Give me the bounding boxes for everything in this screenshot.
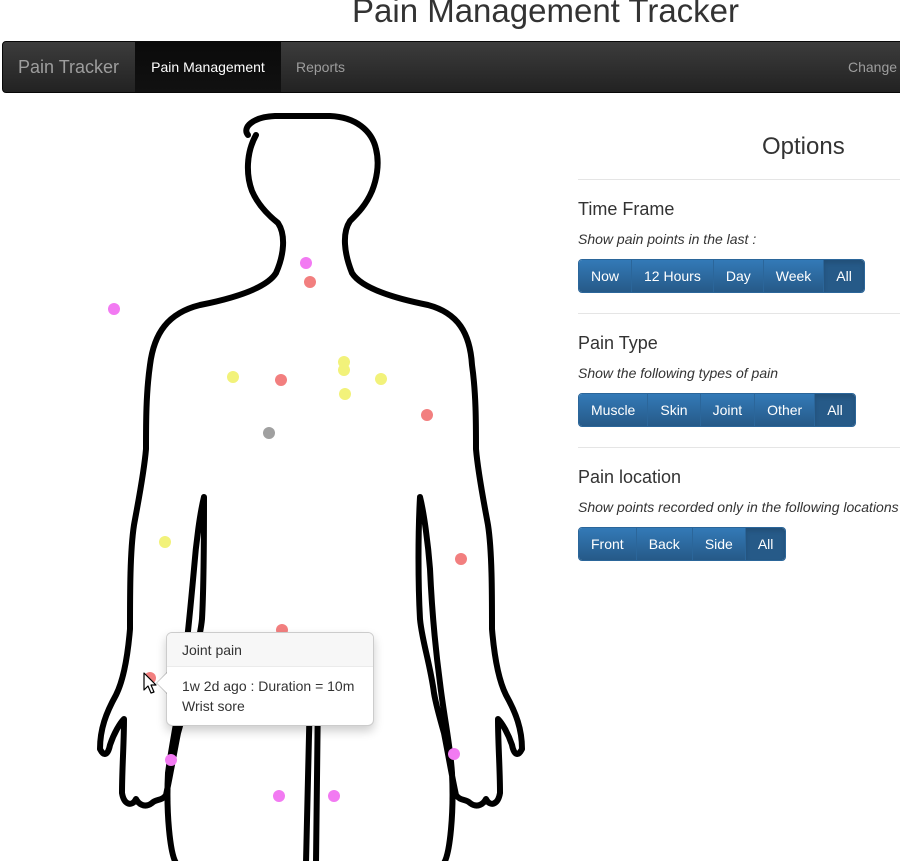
time-frame-all-button[interactable]: All [824,260,864,292]
pain-location-front-button[interactable]: Front [579,528,637,560]
pain-point[interactable] [108,303,120,315]
pain-point[interactable] [455,553,467,565]
time-frame-week-button[interactable]: Week [763,260,825,292]
pain-point[interactable] [165,754,177,766]
popover-line-time: 1w 2d ago : Duration = 10m [182,678,355,694]
pain-point[interactable] [421,409,433,421]
pain-location-title: Pain location [578,467,682,487]
pain-point[interactable] [300,257,312,269]
pain-type-muscle-button[interactable]: Muscle [579,394,649,426]
time-frame-desc: Show pain points in the last : [578,231,757,247]
pain-location-desc: Show points recorded only in the followi… [578,499,899,515]
pain-point[interactable] [263,427,275,439]
pain-type-desc: Show the following types of pain [578,365,779,381]
pain-point[interactable] [227,371,239,383]
pain-point[interactable] [448,748,460,760]
pain-point[interactable] [375,373,387,385]
pain-point[interactable] [159,536,171,548]
pain-location-back-button[interactable]: Back [636,528,693,560]
pain-location-buttons: Front Back Side All [578,527,787,561]
pain-point[interactable] [339,388,351,400]
time-frame-now-button[interactable]: Now [579,260,633,292]
pain-type-title: Pain Type [578,333,658,353]
pain-type-all-button[interactable]: All [815,394,855,426]
pain-type-other-button[interactable]: Other [755,394,816,426]
pain-type-skin-button[interactable]: Skin [648,394,701,426]
body-map[interactable] [0,93,570,861]
time-frame-12-hours-button[interactable]: 12 Hours [632,260,714,292]
pain-point[interactable] [275,374,287,386]
divider [578,313,900,314]
page-title: Pain Management Tracker [352,0,740,29]
popover-title: Joint pain [167,633,373,667]
time-frame-buttons: Now 12 Hours Day Week All [578,259,865,293]
pain-point[interactable] [328,790,340,802]
popover-line-note: Wrist sore [182,698,245,714]
divider [578,447,900,448]
pain-location-side-button[interactable]: Side [692,528,746,560]
pain-points [108,257,467,802]
nav-item-reports[interactable]: Reports [281,42,360,92]
nav-item-change[interactable]: Change [833,42,900,92]
pain-point-popover: Joint pain 1w 2d ago : Duration = 10m Wr… [156,632,374,726]
options-title: Options [762,133,845,160]
pain-location-all-button[interactable]: All [745,528,786,560]
pain-type-joint-button[interactable]: Joint [700,394,756,426]
navbar-brand[interactable]: Pain Tracker [18,42,119,92]
pain-point[interactable] [304,276,316,288]
time-frame-title: Time Frame [578,199,675,219]
pain-point[interactable] [338,364,350,376]
pain-type-buttons: Muscle Skin Joint Other All [578,393,856,427]
divider [578,179,900,180]
time-frame-day-button[interactable]: Day [713,260,764,292]
nav-item-pain-management[interactable]: Pain Management [135,42,281,92]
pain-point[interactable] [273,790,285,802]
popover-content: 1w 2d ago : Duration = 10m Wrist sore [167,667,373,725]
navbar: Pain Tracker Pain Management Reports Cha… [2,41,900,93]
mouse-cursor-icon [143,672,157,694]
